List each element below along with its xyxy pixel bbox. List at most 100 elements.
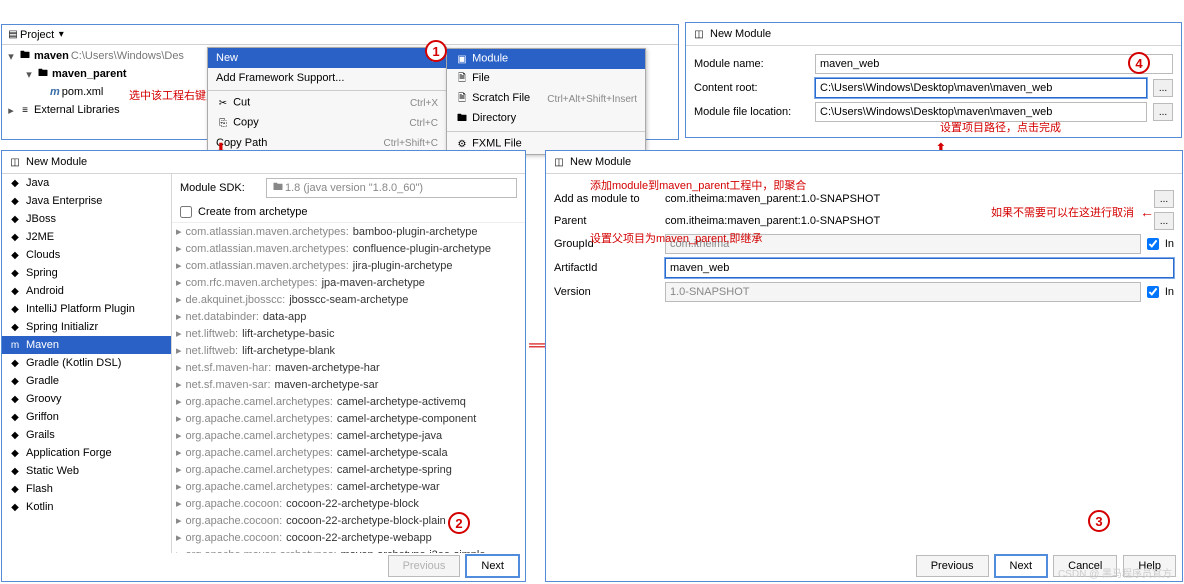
list-item[interactable]: ◆Spring	[2, 264, 171, 282]
chevron-down-icon[interactable]: ▾	[24, 68, 34, 81]
list-item-label: Java Enterprise	[26, 195, 102, 207]
archetype-row[interactable]: ▸org.apache.camel.archetypes:camel-arche…	[172, 393, 525, 410]
type-icon: ◆	[8, 410, 22, 424]
checkbox-inherit-group[interactable]	[1147, 238, 1159, 250]
list-item[interactable]: ◆Gradle	[2, 372, 171, 390]
previous-button[interactable]: Previous	[916, 555, 989, 577]
archetype-group: org.apache.cocoon:	[186, 498, 283, 510]
menu-cut[interactable]: ✂ Cut Ctrl+X	[208, 93, 446, 113]
project-panel: 1: Project ▤ Project ▾ ▾ 🖿 maven C:\User…	[1, 24, 679, 140]
archetype-row[interactable]: ▸com.atlassian.maven.archetypes:confluen…	[172, 240, 525, 257]
input-content-root[interactable]	[815, 78, 1147, 98]
archetype-row[interactable]: ▸org.apache.cocoon:cocoon-22-archetype-b…	[172, 512, 525, 529]
submenu-module[interactable]: ▣ Module	[447, 49, 645, 69]
checkbox-create-archetype[interactable]	[180, 206, 192, 218]
type-icon: ◆	[8, 482, 22, 496]
menu-afs[interactable]: Add Framework Support...	[208, 68, 446, 88]
archetype-row[interactable]: ▸org.apache.cocoon:cocoon-22-archetype-w…	[172, 529, 525, 546]
type-icon: ◆	[8, 284, 22, 298]
archetype-row[interactable]: ▸org.apache.maven.archetypes:maven-arche…	[172, 546, 525, 553]
browse-button[interactable]: ...	[1154, 212, 1174, 230]
archetype-group: net.sf.maven-har:	[186, 362, 272, 374]
menu-cut-label: Cut	[233, 97, 250, 109]
archetype-artifact: confluence-plugin-archetype	[353, 243, 491, 255]
archetype-group: org.apache.cocoon:	[186, 515, 283, 527]
list-item-label: Griffon	[26, 411, 59, 423]
archetype-row[interactable]: ▸org.apache.camel.archetypes:camel-arche…	[172, 444, 525, 461]
menu-separator	[208, 90, 446, 91]
list-item[interactable]: ◆Android	[2, 282, 171, 300]
list-item-label: JBoss	[26, 213, 56, 225]
archetype-group: org.apache.camel.archetypes:	[186, 430, 333, 442]
archetype-row[interactable]: ▸net.sf.maven-sar:maven-archetype-sar	[172, 376, 525, 393]
dropdown-icon[interactable]: ▾	[54, 28, 68, 42]
submenu-dir-label: Directory	[472, 112, 516, 124]
sdk-value: 1.8 (java version "1.8.0_60")	[285, 182, 423, 194]
archetype-group: com.atlassian.maven.archetypes:	[186, 260, 349, 272]
annotation-cancel: 如果不需要可以在这进行取消	[991, 204, 1134, 220]
archetype-group: com.atlassian.maven.archetypes:	[186, 243, 349, 255]
archetype-row[interactable]: ▸org.apache.cocoon:cocoon-22-archetype-b…	[172, 495, 525, 512]
project-tab-label[interactable]: Project	[20, 29, 54, 41]
archetype-row[interactable]: ▸net.liftweb:lift-archetype-basic	[172, 325, 525, 342]
menu-new[interactable]: New ▸	[208, 48, 446, 68]
archetype-row[interactable]: ▸net.databinder:data-app	[172, 308, 525, 325]
chevron-right-icon: ▸	[176, 276, 182, 289]
input-module-name[interactable]	[815, 54, 1173, 74]
chevron-right-icon: ▸	[176, 378, 182, 391]
archetype-row[interactable]: ▸org.apache.camel.archetypes:camel-arche…	[172, 478, 525, 495]
list-item[interactable]: ◆Static Web	[2, 462, 171, 480]
browse-button[interactable]: ...	[1153, 79, 1173, 97]
list-item[interactable]: ◆Gradle (Kotlin DSL)	[2, 354, 171, 372]
archetype-group: org.apache.camel.archetypes:	[186, 447, 333, 459]
row-artifact: ArtifactId	[554, 258, 1174, 278]
archetype-row[interactable]: ▸com.atlassian.maven.archetypes:bamboo-p…	[172, 223, 525, 240]
archetype-artifact: camel-archetype-war	[337, 481, 440, 493]
archetype-row[interactable]: ▸com.rfc.maven.archetypes:jpa-maven-arch…	[172, 274, 525, 291]
chevron-right-icon: ▸	[176, 344, 182, 357]
archetype-row[interactable]: ▸net.sf.maven-har:maven-archetype-har	[172, 359, 525, 376]
submenu-scratch[interactable]: 🗎 Scratch File Ctrl+Alt+Shift+Insert	[447, 89, 645, 109]
browse-button[interactable]: ...	[1153, 103, 1173, 121]
submenu-file[interactable]: 🗎 File	[447, 69, 645, 89]
menu-copy[interactable]: ⎘ Copy Ctrl+C	[208, 113, 446, 133]
list-item[interactable]: ◆Flash	[2, 480, 171, 498]
list-item[interactable]: ◆JBoss	[2, 210, 171, 228]
archetype-row[interactable]: ▸org.apache.camel.archetypes:camel-arche…	[172, 461, 525, 478]
submenu-module-label: Module	[472, 53, 508, 65]
archetype-row[interactable]: ▸org.apache.camel.archetypes:camel-arche…	[172, 427, 525, 444]
archetype-row[interactable]: ▸de.akquinet.jbosscc:jbosscc-seam-archet…	[172, 291, 525, 308]
archetype-row[interactable]: ▸org.apache.camel.archetypes:camel-arche…	[172, 410, 525, 427]
label-parent: Parent	[554, 215, 659, 227]
list-item[interactable]: ◆Kotlin	[2, 498, 171, 516]
type-icon: m	[8, 338, 22, 352]
list-item[interactable]: ◆Java Enterprise	[2, 192, 171, 210]
list-item[interactable]: ◆Grails	[2, 426, 171, 444]
list-item[interactable]: ◆J2ME	[2, 228, 171, 246]
chevron-right-icon[interactable]: ▸	[6, 104, 16, 117]
sdk-dropdown[interactable]: 🖿 1.8 (java version "1.8.0_60")	[266, 178, 517, 198]
list-item[interactable]: ◆IntelliJ Platform Plugin	[2, 300, 171, 318]
label-module-file-loc: Module file location:	[694, 106, 809, 118]
list-item[interactable]: ◆Java	[2, 174, 171, 192]
archetype-artifact: camel-archetype-java	[337, 430, 442, 442]
checkbox-inherit-version[interactable]	[1147, 286, 1159, 298]
next-button[interactable]: Next	[466, 555, 519, 577]
archetype-row[interactable]: ▸com.atlassian.maven.archetypes:jira-plu…	[172, 257, 525, 274]
archetype-group: net.databinder:	[186, 311, 259, 323]
watermark: CSDN @ 黑马程序员官方	[1058, 565, 1172, 580]
annotation-path: 设置项目路径，点击完成	[940, 119, 1061, 135]
next-button[interactable]: Next	[995, 555, 1048, 577]
chevron-down-icon[interactable]: ▾	[6, 50, 16, 63]
submenu-directory[interactable]: 🖿 Directory	[447, 109, 645, 129]
list-item[interactable]: mMaven	[2, 336, 171, 354]
list-item[interactable]: ◆Application Forge	[2, 444, 171, 462]
list-item[interactable]: ◆Clouds	[2, 246, 171, 264]
list-item[interactable]: ◆Groovy	[2, 390, 171, 408]
archetype-row[interactable]: ▸net.liftweb:lift-archetype-blank	[172, 342, 525, 359]
file-icon: 🗎	[455, 92, 469, 106]
input-artifact[interactable]	[665, 258, 1174, 278]
list-item[interactable]: ◆Spring Initializr	[2, 318, 171, 336]
list-item[interactable]: ◆ Griffon	[2, 408, 171, 426]
browse-button[interactable]: ...	[1154, 190, 1174, 208]
